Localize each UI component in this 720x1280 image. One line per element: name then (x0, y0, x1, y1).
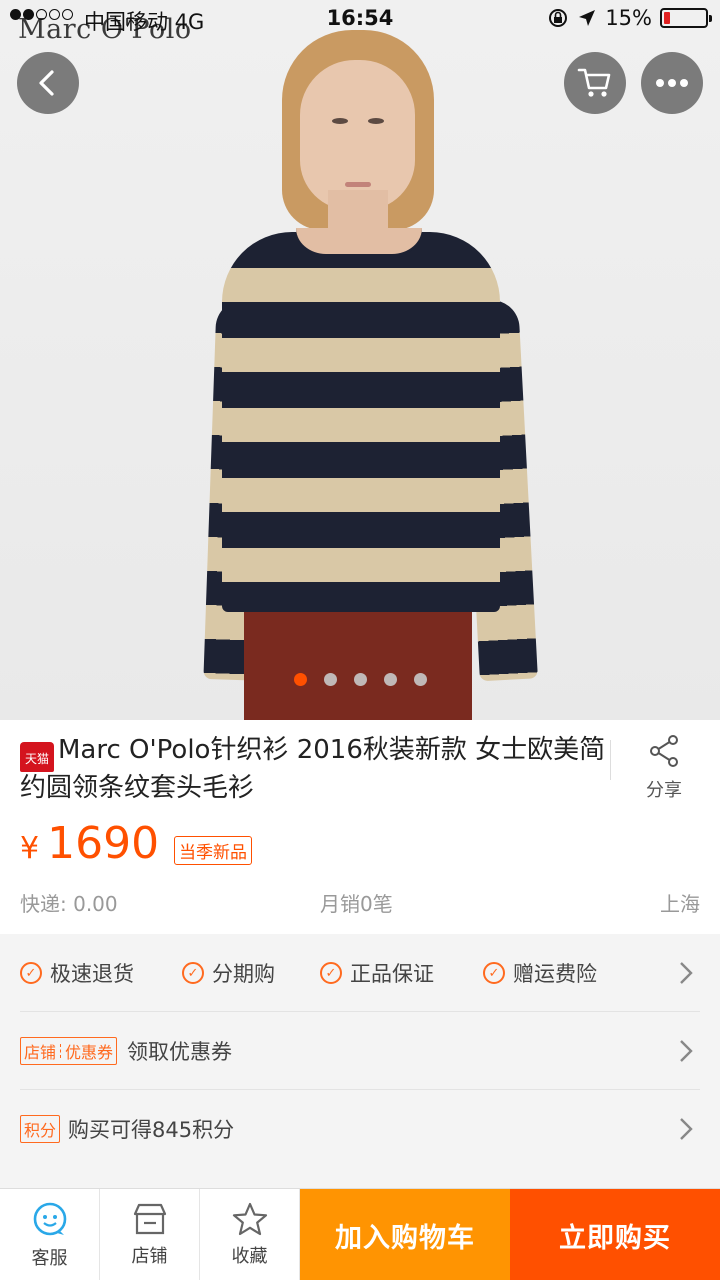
star-icon (232, 1202, 267, 1236)
chevron-right-icon (680, 1040, 693, 1062)
pager-dot[interactable] (413, 673, 427, 686)
model-mouth (345, 182, 371, 187)
location-arrow-icon (579, 10, 596, 26)
buy-now-button[interactable]: 立即购买 (510, 1189, 720, 1280)
pager-dot[interactable] (353, 673, 367, 686)
shipping-fee: 快递: 0.00 (20, 892, 118, 916)
store-icon (133, 1203, 166, 1235)
check-circle-icon: ✓ (182, 962, 204, 984)
coupon-tag-left: 店铺 (24, 1043, 57, 1062)
share-button[interactable]: 分享 (630, 734, 698, 802)
service-label: 极速退货 (50, 962, 134, 986)
ship-from-location: 上海 (660, 892, 700, 916)
check-circle-icon: ✓ (20, 962, 42, 984)
shopping-cart-icon (577, 68, 611, 97)
service-guarantees-row[interactable]: ✓ 极速退货 ✓ 分期购 ✓ 正品保证 ✓ 赠运费险 (0, 934, 720, 1012)
service-label: 分期购 (212, 962, 275, 986)
price-value: 1690 (47, 818, 160, 869)
service-label: 正品保证 (350, 962, 434, 986)
price-currency: ¥ (20, 831, 40, 866)
chevron-right-icon (680, 1118, 693, 1140)
share-label: 分享 (646, 780, 682, 801)
pager-dot[interactable] (383, 673, 397, 686)
status-bar: 中国移动 4G 16:54 15% (0, 0, 720, 40)
customer-service-icon (33, 1202, 66, 1236)
sweater-collar (296, 228, 422, 258)
check-circle-icon: ✓ (483, 962, 505, 984)
points-row[interactable]: 积分 购买可得845积分 (0, 1090, 720, 1168)
orientation-lock-icon (549, 9, 568, 27)
battery-icon (660, 8, 712, 28)
coupon-tag: 店铺 优惠券 (20, 1037, 118, 1065)
chevron-left-icon (39, 70, 54, 96)
service-item: ✓ 赠运费险 (483, 958, 597, 988)
more-dots-icon (656, 79, 688, 87)
points-text: 购买可得845积分 (68, 1118, 235, 1142)
pager-dot-active[interactable] (293, 673, 307, 686)
model-face (300, 60, 415, 210)
bottom-action-bar: 客服 店铺 收藏 加入购物车 立即购买 (0, 1188, 720, 1280)
tab-label: 店铺 (131, 1246, 168, 1267)
product-info-card: 天猫 Marc O'Polo针织衫 2016秋装新款 女士欧美简约圆领条纹套头毛衫… (0, 720, 720, 934)
model-eye (332, 118, 348, 124)
season-badge: 当季新品 (174, 836, 252, 865)
tab-label: 客服 (31, 1248, 68, 1269)
product-title-block: 天猫 Marc O'Polo针织衫 2016秋装新款 女士欧美简约圆领条纹套头毛衫 (20, 734, 610, 804)
pager-dot[interactable] (323, 673, 337, 686)
back-button[interactable] (17, 52, 79, 114)
status-right: 15% (547, 6, 712, 30)
carousel-pager (0, 673, 720, 686)
tab-label: 收藏 (231, 1246, 268, 1267)
battery-percent: 15% (605, 6, 652, 30)
more-button[interactable] (641, 52, 703, 114)
add-to-cart-button[interactable]: 加入购物车 (300, 1189, 510, 1280)
tab-customer-service[interactable]: 客服 (0, 1189, 100, 1280)
model-pants (244, 600, 472, 720)
coupon-row[interactable]: 店铺 优惠券 领取优惠券 (0, 1012, 720, 1090)
model-eye (368, 118, 384, 124)
tab-store[interactable]: 店铺 (100, 1189, 200, 1280)
cart-button[interactable] (564, 52, 626, 114)
chevron-right-icon (680, 962, 693, 984)
service-item: ✓ 极速退货 (20, 958, 134, 988)
check-circle-icon: ✓ (320, 962, 342, 984)
price: ¥ 1690 (20, 818, 159, 869)
share-icon (650, 735, 678, 767)
coupon-tag-right: 优惠券 (65, 1043, 114, 1062)
tab-favorite[interactable]: 收藏 (200, 1189, 300, 1280)
product-title: Marc O'Polo针织衫 2016秋装新款 女士欧美简约圆领条纹套头毛衫 (20, 735, 606, 803)
title-divider (610, 740, 611, 780)
monthly-sales: 月销0笔 (320, 892, 393, 916)
service-label: 赠运费险 (513, 962, 597, 986)
service-item: ✓ 分期购 (182, 958, 275, 988)
service-item: ✓ 正品保证 (320, 958, 434, 988)
coupon-text: 领取优惠券 (127, 1040, 233, 1064)
tmall-badge-icon: 天猫 (20, 742, 54, 772)
points-tag: 积分 (20, 1115, 61, 1143)
striped-sweater (222, 232, 500, 612)
